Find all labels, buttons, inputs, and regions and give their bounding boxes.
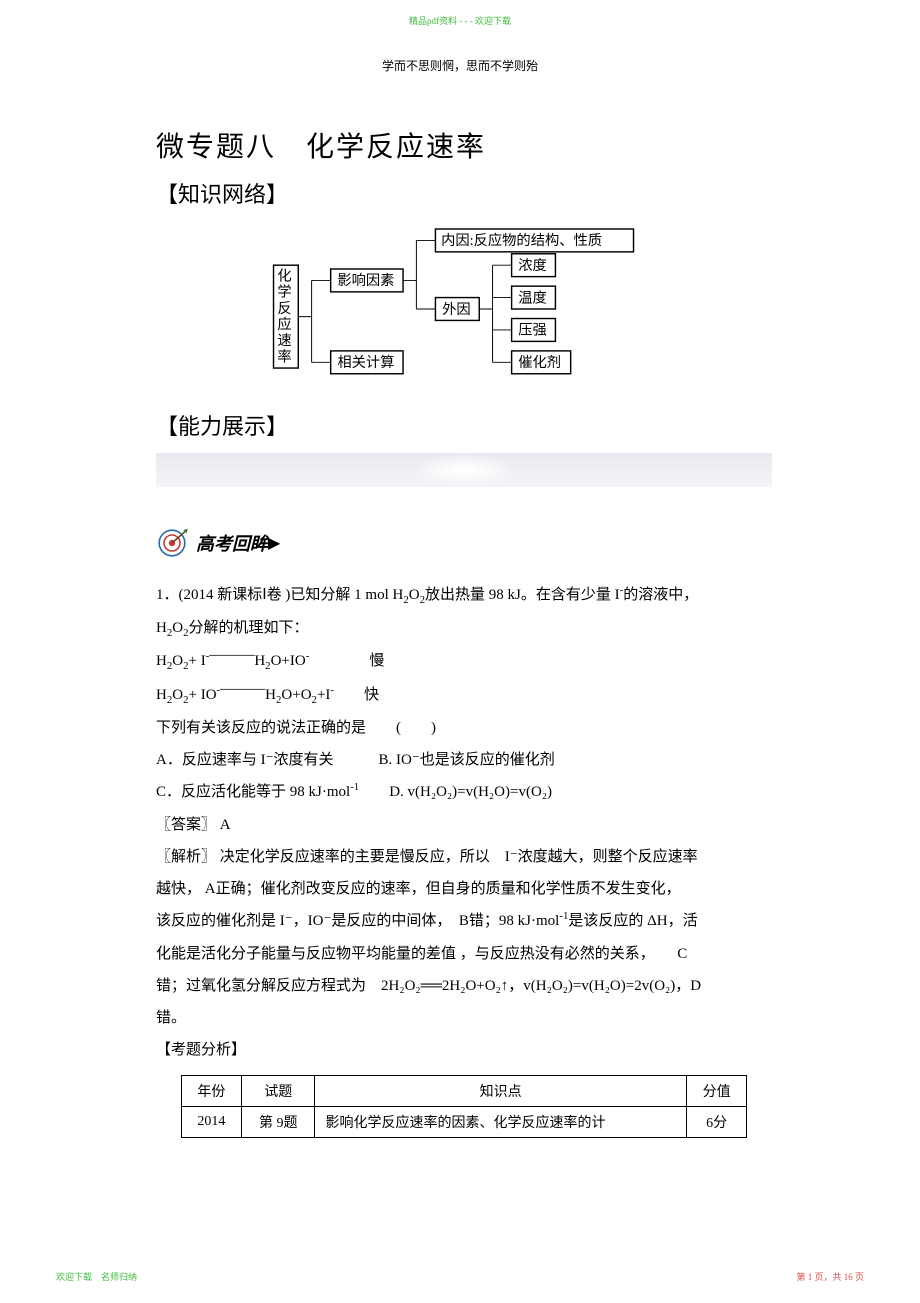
table-row: 2014 第 9题 影响化学反应速率的因素、化学反应速率的计 6分 [181,1106,747,1137]
explain-3b: 是该反应的 ΔH，活 [568,913,697,929]
mech1-arrow: ——— [209,647,254,663]
mech2-arrow: ——— [220,681,265,697]
explain-2: 越快， A正确；催化剂改变反应的速率，但自身的质量和化学性质不发生变化， [156,873,772,905]
chevron-right-icon: ▶ [268,533,280,553]
opt-d: D. v(H₂O₂)=v(H₂O)=v(O₂) [389,784,552,800]
th-score: 分值 [686,1075,746,1106]
th-year: 年份 [181,1075,241,1106]
q-stem: 下列有关该反应的说法正确的是 ( ) [156,712,772,744]
exam-review-label: 高考回眸 [196,530,268,556]
explain-4: 化能是活化分子能量与反应物平均能量的差值 ，与反应热没有必然的关系， C [156,938,772,970]
table-header-row: 年份 试题 知识点 分值 [181,1075,747,1106]
mech1-a: H [156,653,167,669]
main-content: 微专题八 化学反应速率 【知识网络】 化 学 反 应 速 率 影响因素 相关计算 [156,125,772,1138]
diagram-outer-1: 温度 [518,289,547,306]
q-intro-a: 1．(2014 新课标Ⅰ卷 )已知分解 1 mol H [156,587,403,603]
q-intro-c: 的溶液中， [623,587,698,603]
mech2-b: + IO [189,687,217,703]
mech1-c: H [254,653,265,669]
explain-1: 〖解析〗 决定化学反应速率的主要是慢反应，所以 I⁻浓度越大，则整个反应速率 [156,841,772,873]
q-intro2-b: 分解的机理如下： [189,620,309,636]
diagram-outer-0: 浓度 [518,257,547,274]
explain-6: 错。 [156,1002,772,1034]
target-icon [156,527,188,559]
exam-review-heading: 高考回眸 ▶ [156,527,772,559]
mech1-d: O+IO [271,653,306,669]
td-knowledge: 影响化学反应速率的因素、化学反应速率的计 [315,1106,686,1137]
section-ability-header: 【能力展示】 [156,409,772,441]
mech2-d: O+O [281,687,311,703]
opt-b: B. IO⁻也是该反应的催化剂 [379,752,555,768]
diagram-inner: 内因:反应物的结构、性质 [441,231,602,249]
analysis-header: 【考题分析】 [156,1034,772,1066]
opt-a: A．反应速率与 I⁻浓度有关 [156,752,334,768]
mech1-b: + I [189,653,206,669]
th-knowledge: 知识点 [315,1075,686,1106]
mech2-c: H [265,687,276,703]
question-body: 1．(2014 新课标Ⅰ卷 )已知分解 1 mol H2O2放出热量 98 kJ… [156,579,772,1067]
mech2-rate: 快 [364,687,379,703]
opt-c: C．反应活化能等于 98 kJ·mol [156,784,350,800]
explain-5: 错；过氧化氢分解反应方程式为 2H₂O₂══2H₂O+O₂↑，v(H₂O₂)=v… [156,970,772,1002]
td-score: 6分 [686,1106,746,1137]
diagram-outer-3: 催化剂 [518,354,561,371]
th-question: 试题 [242,1075,315,1106]
td-question: 第 9题 [242,1106,315,1137]
diagram-outer-2: 压强 [518,322,547,339]
decorative-bar [156,453,772,487]
q-intro-b: 放出热量 98 kJ。在含有少量 I [425,587,620,603]
q-intro2-a: H [156,620,167,636]
mech2-e: +I [317,687,330,703]
footer-left: 欢迎下载 名师归纳 [56,1270,137,1283]
section-knowledge-header: 【知识网络】 [156,177,772,209]
diagram-b1: 影响因素 [337,272,394,289]
header-quote: 学而不思则惘，思而不学则殆 [382,57,538,74]
mech1-rate: 慢 [369,653,384,669]
page-title: 微专题八 化学反应速率 [156,125,772,165]
diagram-b2: 相关计算 [337,354,394,371]
answer: 〖答案〗 A [156,809,772,841]
diagram-outer: 外因 [442,301,471,318]
watermark-top: 精品pdf资料 - - - 欢迎下载 [409,14,511,27]
knowledge-diagram: 化 学 反 应 速 率 影响因素 相关计算 内因:反应物的结构、性质 外因 [264,219,664,399]
footer-right: 第 1 页，共 16 页 [796,1270,864,1283]
td-year: 2014 [181,1106,241,1137]
analysis-table: 年份 试题 知识点 分值 2014 第 9题 影响化学反应速率的因素、化学反应速… [181,1075,748,1138]
explain-3a: 该反应的催化剂是 I⁻，IO⁻是反应的中间体， B错；98 kJ·mol [156,913,559,929]
mech2-a: H [156,687,167,703]
